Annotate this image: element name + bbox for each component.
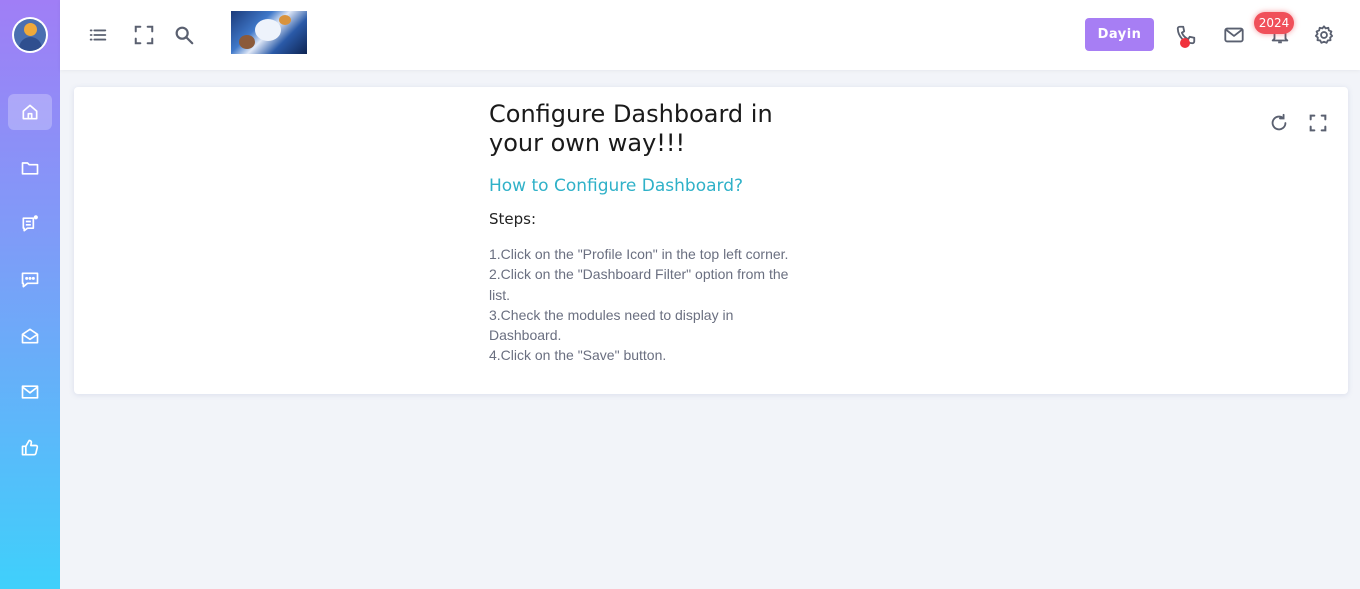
refresh-icon bbox=[1271, 113, 1287, 131]
sidebar bbox=[0, 0, 60, 589]
mail-button[interactable] bbox=[1221, 22, 1247, 48]
sidebar-item-mail-open[interactable] bbox=[8, 318, 52, 354]
sidebar-item-folder[interactable] bbox=[8, 150, 52, 186]
top-header: Dayin 2024 bbox=[60, 0, 1360, 70]
list-item: 3.Check the modules need to display in D… bbox=[489, 306, 734, 344]
sidebar-item-chat[interactable] bbox=[8, 262, 52, 298]
dashboard-config-card: Configure Dashboard in your own way!!! H… bbox=[74, 87, 1348, 394]
call-status-dot bbox=[1180, 38, 1190, 48]
user-name-button[interactable]: Dayin bbox=[1085, 18, 1154, 51]
search-icon bbox=[175, 26, 194, 45]
search-button[interactable] bbox=[171, 22, 197, 48]
sidebar-item-mail[interactable] bbox=[8, 374, 52, 410]
list-menu-icon bbox=[89, 29, 107, 41]
gear-icon bbox=[1314, 25, 1334, 44]
menu-toggle-button[interactable] bbox=[85, 22, 111, 48]
fullscreen-icon bbox=[134, 25, 154, 45]
card-title: Configure Dashboard in your own way!!! bbox=[489, 100, 773, 157]
expand-icon bbox=[1309, 114, 1327, 132]
thumbs-up-icon bbox=[21, 439, 39, 456]
sidebar-item-home[interactable] bbox=[8, 94, 52, 130]
notes-icon bbox=[22, 215, 38, 232]
profile-avatar[interactable] bbox=[12, 17, 48, 53]
home-icon bbox=[22, 104, 38, 120]
refresh-button[interactable] bbox=[1267, 111, 1291, 135]
chat-icon bbox=[21, 272, 39, 288]
settings-button[interactable] bbox=[1311, 22, 1337, 48]
company-logo bbox=[231, 11, 307, 54]
mail-open-icon bbox=[21, 328, 39, 344]
card-fullscreen-button[interactable] bbox=[1306, 111, 1330, 135]
list-item: 2.Click on the "Dashboard Filter" option… bbox=[489, 266, 789, 303]
notification-count-badge: 2024 bbox=[1254, 12, 1294, 34]
sidebar-item-feedback[interactable] bbox=[8, 430, 52, 466]
card-subtitle: How to Configure Dashboard? bbox=[489, 176, 744, 196]
steps-list: 1.Click on the "Profile Icon" in the top… bbox=[489, 244, 809, 366]
list-item: 1.Click on the "Profile Icon" in the top… bbox=[489, 246, 789, 262]
fullscreen-button[interactable] bbox=[131, 22, 157, 48]
list-item: 4.Click on the "Save" button. bbox=[489, 347, 667, 364]
mail-icon bbox=[21, 385, 39, 399]
envelope-icon bbox=[1224, 27, 1244, 43]
sidebar-item-notes[interactable] bbox=[8, 206, 52, 242]
folder-icon bbox=[21, 162, 39, 175]
steps-heading: Steps: bbox=[489, 210, 537, 228]
